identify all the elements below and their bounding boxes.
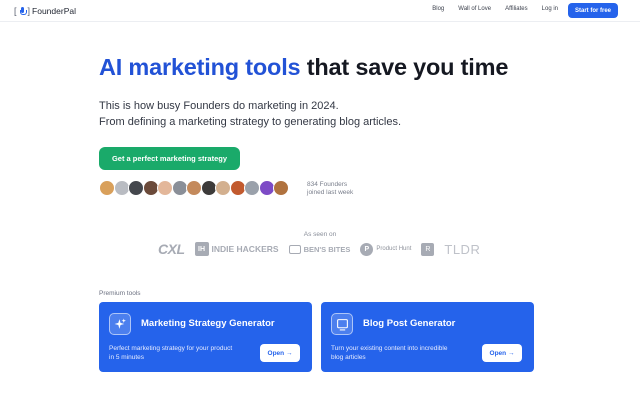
logo[interactable]: [ ] FounderPal [14,5,76,17]
card-title: Marketing Strategy Generator [141,318,275,329]
nav-link-log-in[interactable]: Log in [542,6,558,12]
tldr-logo: TLDR [444,241,481,257]
premium-tools-label: Premium tools [99,290,141,297]
product-hunt-logo: P Product Hunt [360,242,412,256]
hero-subtitle: This is how busy Founders do marketing i… [99,99,401,130]
press-logos: CXL IH INDIE HACKERS BEN'S BITES P Produ… [158,241,480,257]
nav-link-wall-of-love[interactable]: Wall of Love [458,6,491,12]
as-seen-on-label: As seen on [303,231,337,238]
get-marketing-strategy-button[interactable]: Get a perfect marketing strategy [99,147,240,170]
card-description: Perfect marketing strategy for your prod… [109,345,233,361]
logo-text: FounderPal [32,6,76,16]
avatar [99,180,115,196]
avatar [215,180,231,196]
avatar [273,180,289,196]
cxl-logo: CXL [158,241,185,257]
hero-subtitle-line-2: From defining a marketing strategy to ge… [99,115,402,128]
card-description: Turn your existing content into incredib… [331,345,448,361]
marketing-strategy-card[interactable]: Marketing Strategy Generator Perfect mar… [99,302,312,372]
founder-avatars [99,180,289,196]
hero-title-rest: that save you time [306,54,509,80]
blog-post-card[interactable]: Blog Post Generator Turn your existing c… [321,302,534,372]
hero-title: AI marketing tools that save you time [99,54,508,81]
document-icon [331,313,353,335]
avatar [244,180,260,196]
founders-note: joined last week [307,189,354,196]
founders-joined: 834 Founders joined last week [307,181,353,197]
avatar [157,180,173,196]
microphone-icon [19,6,27,16]
open-marketing-strategy-button[interactable]: Open → [260,344,300,362]
logo-bracket-right: ] [27,6,31,16]
card-title: Blog Post Generator [363,318,456,329]
nav-link-affiliates[interactable]: Affiliates [505,6,528,12]
bens-bites-icon [288,244,301,254]
hero-title-accent: AI marketing tools [99,54,301,80]
avatar [186,180,202,196]
sparkles-icon [109,313,131,335]
hero-subtitle-line-1: This is how busy Founders do marketing i… [99,100,339,112]
indie-hackers-icon: IH [194,242,209,256]
indie-hackers-text: INDIE HACKERS [211,244,279,254]
top-nav: [ ] FounderPal Blog Wall of Love Affilia… [0,0,640,22]
open-blog-post-button[interactable]: Open → [482,344,522,362]
bens-bites-text: BEN'S BITES [303,244,351,254]
nav-link-blog[interactable]: Blog [432,6,444,12]
avatar [128,180,144,196]
nav-links: Blog Wall of Love Affiliates Log in [418,6,558,12]
bens-bites-logo: BEN'S BITES [288,244,351,254]
start-for-free-button[interactable]: Start for free [568,3,618,18]
product-hunt-icon: P [360,242,374,256]
logo-bracket-left: [ [14,6,17,16]
product-hunt-text: Product Hunt [376,246,412,252]
founders-count: 834 Founders [307,181,348,188]
r-logo-icon: R [421,242,435,256]
indie-hackers-logo: IH INDIE HACKERS [194,242,279,256]
